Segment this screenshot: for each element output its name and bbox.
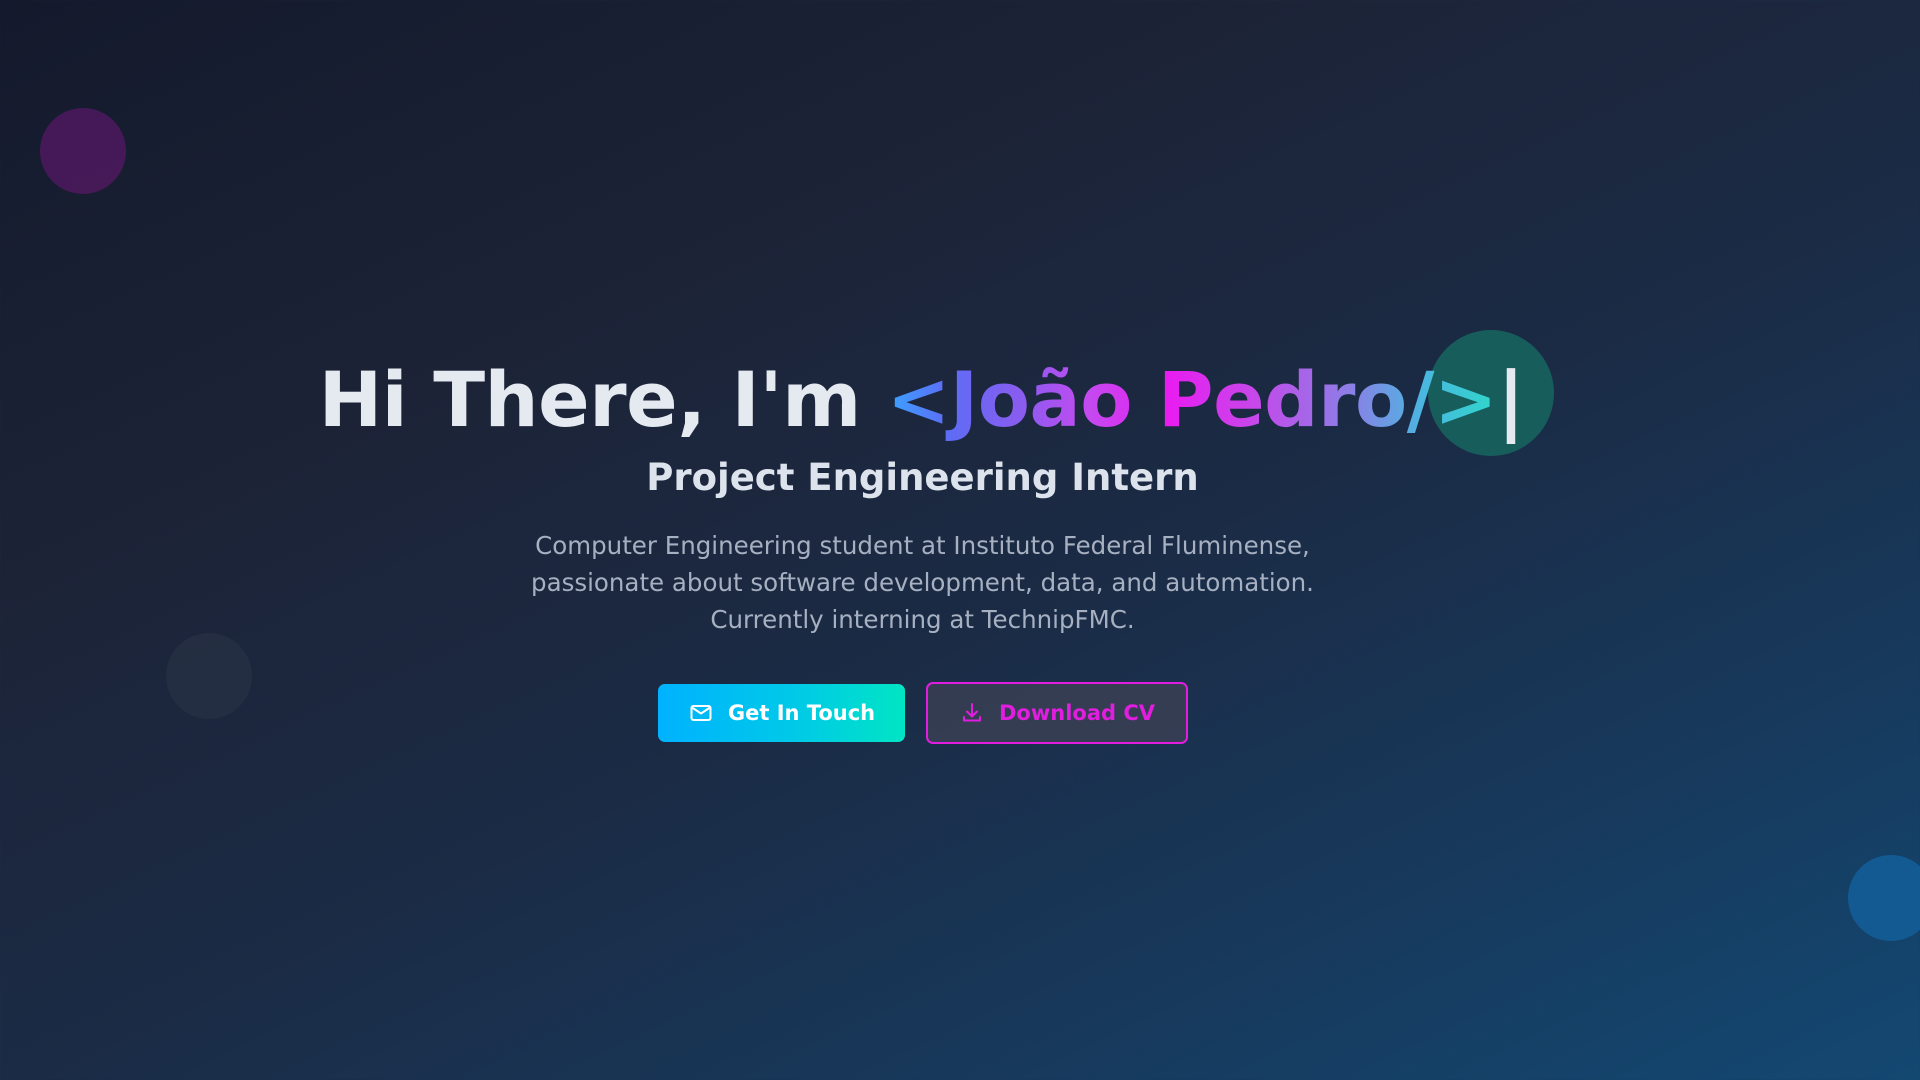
hero-section: Hi There, I'm <João Pedro/>| Project Eng… xyxy=(0,0,1920,1080)
description-line-3: Currently interning at TechnipFMC. xyxy=(710,605,1135,634)
download-icon xyxy=(959,700,985,726)
typing-cursor: | xyxy=(1497,355,1525,444)
hero-description: Computer Engineering student at Institut… xyxy=(0,527,1845,638)
download-cv-label: Download CV xyxy=(998,701,1155,725)
description-line-1: Computer Engineering student at Institut… xyxy=(535,531,1310,560)
greeting-text: Hi There, I'm xyxy=(318,355,887,444)
download-cv-button[interactable]: Download CV xyxy=(926,682,1188,744)
hero-headline: Hi There, I'm <João Pedro/>| xyxy=(0,350,1843,450)
mail-icon xyxy=(688,700,714,726)
role-title: Project Engineering Intern xyxy=(646,456,1199,499)
description-line-2: passionate about software development, d… xyxy=(531,568,1314,597)
name-text: <João Pedro/> xyxy=(886,355,1498,444)
get-in-touch-button[interactable]: Get In Touch xyxy=(658,684,905,742)
get-in-touch-label: Get In Touch xyxy=(727,701,876,725)
